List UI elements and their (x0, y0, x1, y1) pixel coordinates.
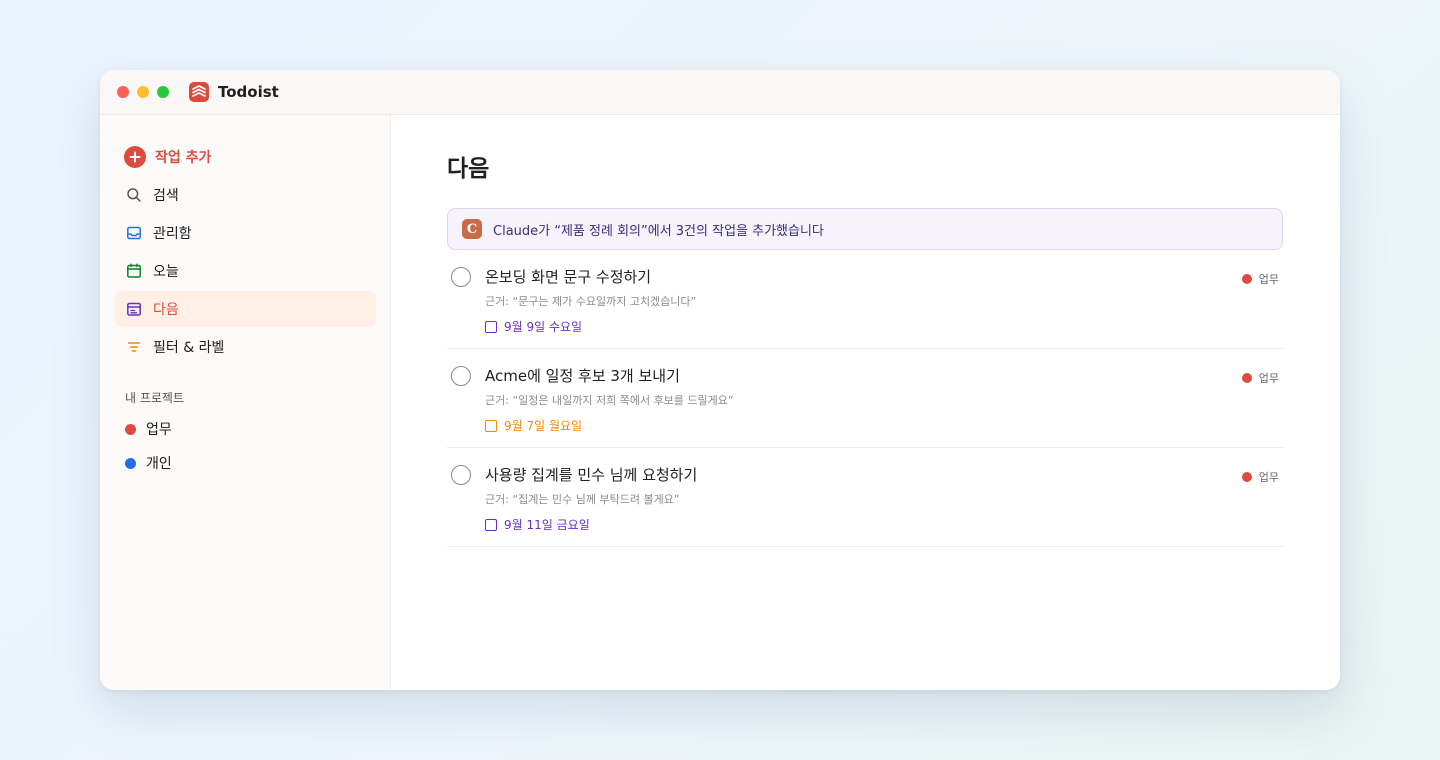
project-item-work[interactable]: 업무 (115, 412, 376, 446)
search-icon (125, 186, 143, 204)
todoist-logo-icon (189, 82, 209, 102)
task-due-date[interactable]: 9월 7일 월요일 (485, 418, 582, 434)
sidebar-item-search[interactable]: 검색 (115, 177, 376, 213)
project-color-dot (1241, 472, 1252, 482)
sidebar: 작업 추가 검색 관리함 오늘 다음 필터 & 라벨 내 프로젝트 업무 개인 (100, 115, 391, 690)
app-window: Todoist 작업 추가 검색 관리함 오늘 다음 필터 & 라벨 내 프로젝… (100, 70, 1340, 690)
banner-text: Claude가 “제품 정례 회의”에서 3건의 작업을 추가했습니다 (493, 223, 824, 239)
task-complete-checkbox[interactable] (451, 465, 471, 485)
task-title[interactable]: 온보딩 화면 문구 수정하기 (485, 267, 651, 287)
maximize-window-button[interactable] (157, 86, 169, 98)
sidebar-item-label: 필터 & 라벨 (153, 340, 225, 356)
project-color-dot (1241, 274, 1252, 284)
task-row[interactable]: 온보딩 화면 문구 수정하기 근거: “문구는 제가 수요일까지 고치겠습니다”… (447, 250, 1283, 349)
project-color-dot (125, 423, 136, 435)
task-source-quote: 근거: “집계는 민수 님께 부탁드려 볼게요” (485, 493, 680, 506)
sidebar-item-upcoming[interactable]: 다음 (115, 291, 376, 327)
page-title: 다음 (447, 156, 490, 182)
inbox-icon (125, 224, 143, 242)
task-project-tag[interactable]: 업무 (1241, 469, 1279, 485)
task-source-quote: 근거: “일정은 내일까지 저희 쪽에서 후보를 드릴게요” (485, 394, 734, 407)
task-due-date[interactable]: 9월 11일 금요일 (485, 517, 590, 533)
task-due-label: 9월 7일 월요일 (504, 419, 583, 433)
filter-icon (125, 338, 143, 356)
claude-notification-banner: C Claude가 “제품 정례 회의”에서 3건의 작업을 추가했습니다 (447, 208, 1283, 250)
task-due-label: 9월 9일 수요일 (504, 320, 583, 334)
calendar-icon (485, 519, 497, 531)
project-color-dot (125, 457, 136, 469)
task-project-tag[interactable]: 업무 (1241, 370, 1279, 386)
app-name: Todoist (218, 83, 279, 101)
project-color-dot (1241, 373, 1252, 383)
main-content: 다음 C Claude가 “제품 정례 회의”에서 3건의 작업을 추가했습니다… (391, 115, 1340, 690)
calendar-today-icon (125, 262, 143, 280)
task-project-label: 업무 (1258, 471, 1279, 484)
add-task-label: 작업 추가 (155, 150, 212, 166)
task-title[interactable]: 사용량 집계를 민수 님께 요청하기 (485, 465, 697, 485)
sidebar-item-label: 다음 (153, 302, 179, 318)
sidebar-item-label: 검색 (153, 188, 179, 204)
close-window-button[interactable] (117, 86, 129, 98)
minimize-window-button[interactable] (137, 86, 149, 98)
sidebar-item-today[interactable]: 오늘 (115, 253, 376, 289)
sidebar-item-inbox[interactable]: 관리함 (115, 215, 376, 251)
task-title[interactable]: Acme에 일정 후보 3개 보내기 (485, 366, 680, 386)
claude-logo-icon: C (462, 219, 482, 239)
calendar-upcoming-icon (125, 300, 143, 318)
task-source-quote: 근거: “문구는 제가 수요일까지 고치겠습니다” (485, 295, 697, 308)
task-project-tag[interactable]: 업무 (1241, 271, 1279, 287)
sidebar-item-label: 오늘 (153, 264, 179, 280)
project-item-label: 업무 (146, 422, 172, 438)
calendar-icon (485, 321, 497, 333)
projects-section-title: 내 프로젝트 (125, 391, 185, 405)
title-bar: Todoist (100, 70, 1340, 115)
add-task-button[interactable]: 작업 추가 (115, 139, 376, 175)
task-row[interactable]: 사용량 집계를 민수 님께 요청하기 근거: “집계는 민수 님께 부탁드려 볼… (447, 448, 1283, 547)
task-list: 온보딩 화면 문구 수정하기 근거: “문구는 제가 수요일까지 고치겠습니다”… (447, 250, 1283, 547)
sidebar-item-label: 관리함 (153, 226, 192, 242)
task-complete-checkbox[interactable] (451, 366, 471, 386)
task-complete-checkbox[interactable] (451, 267, 471, 287)
task-project-label: 업무 (1258, 273, 1279, 286)
plus-icon (124, 146, 146, 168)
task-row[interactable]: Acme에 일정 후보 3개 보내기 근거: “일정은 내일까지 저희 쪽에서 … (447, 349, 1283, 448)
project-item-label: 개인 (146, 456, 172, 472)
task-due-date[interactable]: 9월 9일 수요일 (485, 319, 582, 335)
sidebar-item-filters-labels[interactable]: 필터 & 라벨 (115, 329, 376, 365)
task-project-label: 업무 (1258, 372, 1279, 385)
task-due-label: 9월 11일 금요일 (504, 518, 590, 532)
calendar-icon (485, 420, 497, 432)
project-item-personal[interactable]: 개인 (115, 446, 376, 480)
